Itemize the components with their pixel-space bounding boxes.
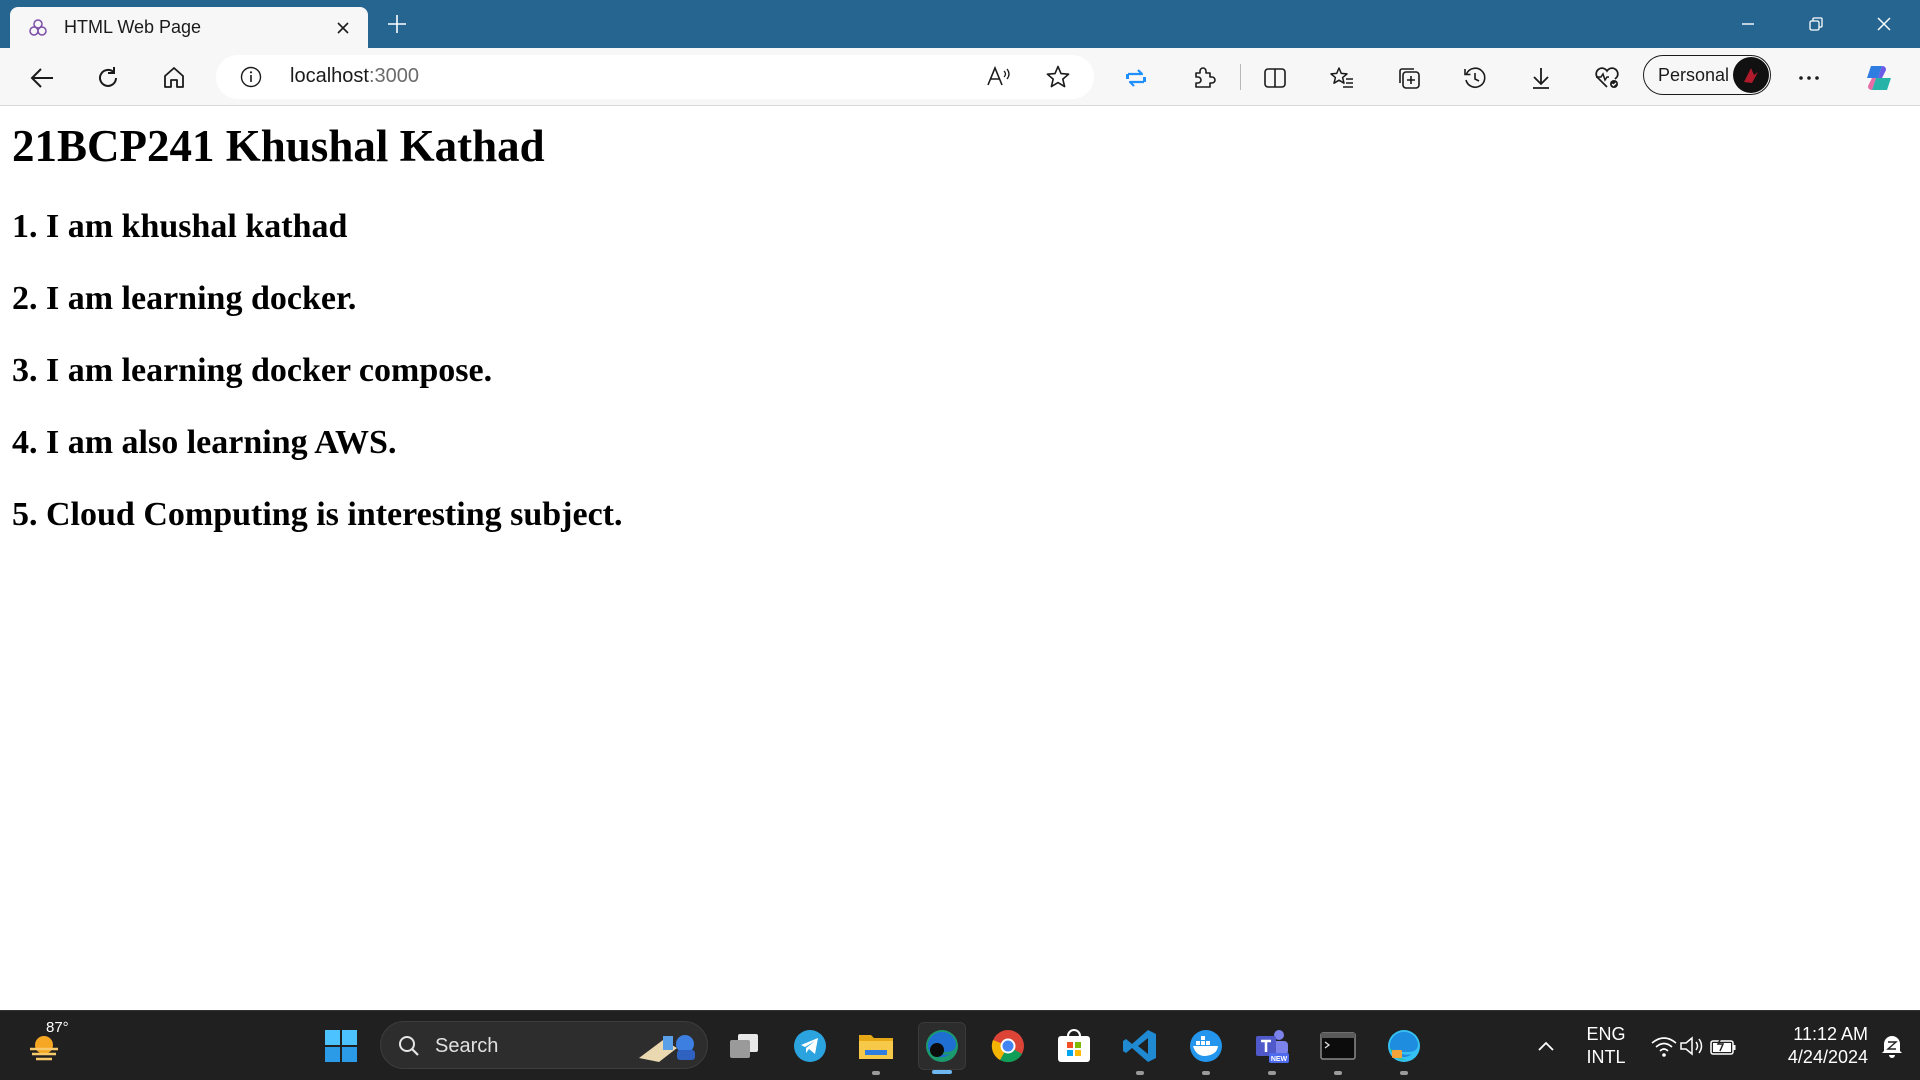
vscode-icon[interactable] bbox=[1116, 1022, 1164, 1075]
teams-icon[interactable]: NEW bbox=[1248, 1022, 1296, 1075]
downloads-icon[interactable] bbox=[1524, 61, 1558, 95]
weather-widget[interactable]: 87° bbox=[26, 1019, 70, 1069]
close-window-button[interactable] bbox=[1869, 9, 1899, 39]
chrome-icon[interactable] bbox=[984, 1022, 1032, 1070]
page-heading: 21BCP241 Khushal Kathad bbox=[12, 121, 545, 171]
active-indicator bbox=[932, 1070, 952, 1074]
copilot-icon[interactable] bbox=[1862, 61, 1896, 95]
clock-time: 11:12 AM bbox=[1793, 1024, 1868, 1044]
more-options-icon[interactable] bbox=[1792, 61, 1826, 95]
profile-button[interactable]: Personal bbox=[1643, 55, 1771, 95]
terminal-icon[interactable] bbox=[1314, 1022, 1362, 1075]
microsoft-store-icon[interactable] bbox=[1050, 1022, 1098, 1070]
url-host: localhost bbox=[290, 65, 369, 87]
running-indicator bbox=[1334, 1071, 1342, 1075]
file-explorer-icon[interactable] bbox=[852, 1022, 900, 1075]
favorite-star-icon[interactable] bbox=[1042, 61, 1074, 93]
keyboard-layout: INTL bbox=[1586, 1047, 1626, 1067]
running-indicator bbox=[1400, 1071, 1408, 1075]
wifi-icon bbox=[1651, 1037, 1677, 1057]
battery-icon bbox=[1710, 1035, 1736, 1055]
url-text[interactable]: localhost:3000 bbox=[290, 65, 419, 88]
toolbar-separator bbox=[1240, 64, 1241, 90]
browser-title-bar: HTML Web Page bbox=[0, 0, 1920, 48]
refresh-button[interactable] bbox=[91, 61, 125, 95]
taskbar-search-box[interactable]: Search bbox=[380, 1021, 708, 1069]
running-indicator bbox=[872, 1071, 880, 1075]
tab-html-web-page[interactable]: HTML Web Page bbox=[10, 7, 368, 48]
list-item: 4. I am also learning AWS. bbox=[12, 424, 397, 461]
browser-toolbar: localhost:3000 Personal bbox=[0, 48, 1920, 106]
site-info-icon[interactable] bbox=[240, 66, 262, 88]
search-icon bbox=[399, 1036, 419, 1056]
list-item: 1. I am khushal kathad bbox=[12, 208, 348, 245]
task-view-icon[interactable] bbox=[720, 1022, 768, 1070]
collections-icon[interactable] bbox=[1392, 61, 1426, 95]
history-icon[interactable] bbox=[1458, 61, 1492, 95]
start-button[interactable] bbox=[317, 1022, 365, 1070]
address-bar[interactable]: localhost:3000 bbox=[216, 55, 1094, 99]
volume-icon bbox=[1680, 1036, 1703, 1056]
list-item: 5. Cloud Computing is interesting subjec… bbox=[12, 496, 623, 533]
restore-button[interactable] bbox=[1801, 9, 1831, 39]
back-button[interactable] bbox=[25, 61, 59, 95]
search-label: Search bbox=[435, 1035, 499, 1057]
profile-name: Personal bbox=[1658, 64, 1730, 85]
windows-taskbar: 87° Search NEW ENG INTL 11:12 AM 4/24/20… bbox=[0, 1010, 1920, 1080]
favorites-icon[interactable] bbox=[1325, 61, 1359, 95]
clock-date: 4/24/2024 bbox=[1787, 1047, 1868, 1067]
language-code: ENG bbox=[1586, 1024, 1626, 1044]
edge-dev-icon[interactable] bbox=[918, 1022, 966, 1074]
docker-icon[interactable] bbox=[1182, 1022, 1230, 1075]
search-highlight-icon bbox=[639, 1035, 695, 1062]
list-item: 3. I am learning docker compose. bbox=[12, 352, 493, 389]
input-language-indicator[interactable]: ENG INTL bbox=[1578, 1023, 1634, 1069]
tab-title: HTML Web Page bbox=[64, 17, 202, 37]
tab-close-icon[interactable] bbox=[328, 13, 358, 43]
sync-icon[interactable] bbox=[1119, 61, 1153, 95]
system-tray-status[interactable] bbox=[1644, 1022, 1744, 1070]
home-button[interactable] bbox=[157, 61, 191, 95]
new-tab-button[interactable] bbox=[382, 9, 412, 39]
url-port: :3000 bbox=[368, 65, 419, 87]
running-indicator bbox=[1202, 1071, 1210, 1075]
running-indicator bbox=[1268, 1071, 1276, 1075]
svg-text:NEW: NEW bbox=[1271, 1056, 1288, 1063]
edge-icon[interactable] bbox=[1380, 1022, 1428, 1075]
avatar bbox=[1733, 57, 1769, 93]
show-hidden-icons-chevron-icon[interactable] bbox=[1524, 1022, 1568, 1070]
notifications-icon[interactable] bbox=[1872, 1022, 1912, 1070]
split-screen-icon[interactable] bbox=[1258, 61, 1292, 95]
weather-temperature: 87° bbox=[46, 1019, 69, 1036]
extensions-icon[interactable] bbox=[1186, 61, 1220, 95]
telegram-icon[interactable] bbox=[786, 1022, 834, 1070]
clock[interactable]: 11:12 AM 4/24/2024 bbox=[1758, 1023, 1868, 1069]
tab-favicon-icon bbox=[28, 18, 48, 38]
web-page-content: 21BCP241 Khushal Kathad 1. I am khushal … bbox=[0, 106, 1920, 1010]
list-item: 2. I am learning docker. bbox=[12, 280, 357, 317]
running-indicator bbox=[1136, 1071, 1144, 1075]
minimize-button[interactable] bbox=[1733, 9, 1763, 39]
read-aloud-icon[interactable] bbox=[983, 61, 1015, 93]
browser-essentials-icon[interactable] bbox=[1590, 61, 1624, 95]
